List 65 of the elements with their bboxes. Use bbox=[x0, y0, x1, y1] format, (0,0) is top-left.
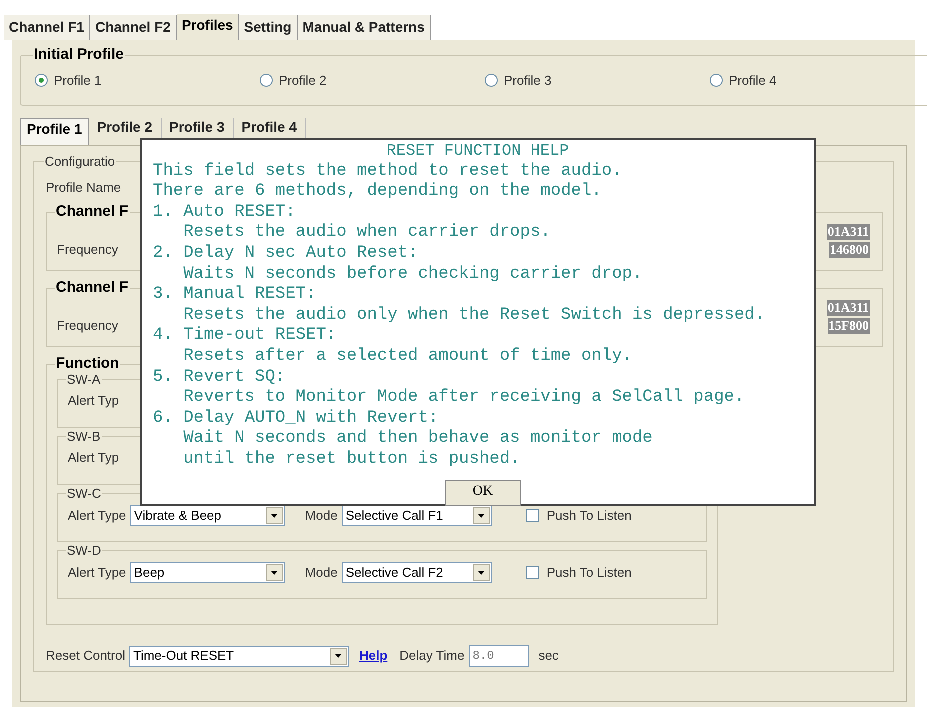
unit-label: sec bbox=[538, 647, 559, 666]
field-label: Mode bbox=[305, 564, 338, 582]
tab[interactable]: Setting bbox=[239, 15, 298, 40]
field-label: Alert Type bbox=[68, 506, 126, 525]
group-title: Channel F bbox=[55, 278, 130, 298]
mode-dropdown[interactable]: Selective Call F2 bbox=[342, 562, 492, 583]
tab[interactable]: Channel F1 bbox=[4, 15, 90, 40]
field-label: Alert Type bbox=[68, 564, 126, 582]
checkbox[interactable] bbox=[526, 566, 539, 579]
tab[interactable]: Profile 1 bbox=[20, 118, 90, 145]
tab[interactable]: Channel F2 bbox=[90, 15, 177, 40]
ok-button[interactable]: OK bbox=[445, 480, 521, 506]
field-label: Alert Typ bbox=[68, 449, 120, 467]
radio-option[interactable]: Profile 3 bbox=[485, 70, 710, 90]
group-title: Initial Profile bbox=[33, 45, 126, 65]
field-label: Mode bbox=[305, 506, 338, 525]
group-title: Configuratio bbox=[44, 153, 116, 171]
help-text-line: Wait N seconds and then behave as monitor mode bbox=[182, 429, 653, 450]
help-text-line: There are 6 methods, depending on the model. bbox=[153, 182, 602, 203]
help-text-line: 4. Time-out RESET: bbox=[153, 326, 337, 347]
help-link[interactable]: Help bbox=[359, 646, 388, 666]
radio-button[interactable] bbox=[485, 74, 498, 87]
field-label: Delay Time bbox=[400, 647, 465, 666]
radio-option[interactable]: Profile 4 bbox=[710, 70, 927, 90]
help-text-line: Resets the audio only when the Reset Switch is depressed. bbox=[182, 306, 766, 326]
group-title: Channel F bbox=[55, 202, 130, 222]
dialog-title: RESET FUNCTION HELP bbox=[386, 141, 570, 162]
help-text-line: 3. Manual RESET: bbox=[153, 285, 316, 306]
tab[interactable]: Profiles bbox=[176, 14, 240, 40]
frequency-value: 15F800 bbox=[828, 318, 870, 334]
delay-time-input[interactable]: 8.0 bbox=[468, 645, 529, 667]
radio-option[interactable]: Profile 1 bbox=[35, 70, 260, 90]
checkbox[interactable] bbox=[526, 509, 539, 522]
radio-option[interactable]: Profile 2 bbox=[260, 70, 485, 90]
help-text-line: 1. Auto RESET: bbox=[153, 202, 296, 224]
group-title: SW-D bbox=[66, 542, 102, 560]
reset-control-dropdown[interactable]: Time-Out RESET bbox=[129, 646, 350, 666]
radio-button[interactable] bbox=[260, 74, 273, 87]
checkbox-option[interactable]: Push To Listen bbox=[526, 506, 632, 526]
help-text-line: 6. Delay AUTO_N with Revert: bbox=[153, 408, 439, 430]
help-text-line: Resets after a selected amount of time only. bbox=[182, 346, 632, 368]
field-label: Frequency bbox=[57, 240, 118, 259]
radio-button[interactable] bbox=[710, 74, 723, 87]
field-label: Alert Typ bbox=[68, 392, 120, 410]
field-label: Profile Name bbox=[46, 178, 122, 196]
checkbox-option[interactable]: Push To Listen bbox=[526, 562, 632, 582]
alert-type-dropdown[interactable]: Beep bbox=[130, 562, 286, 583]
mode-dropdown[interactable]: Selective Call F1 bbox=[342, 505, 492, 526]
radio-button[interactable] bbox=[35, 74, 48, 87]
field-label: Reset Control bbox=[46, 647, 126, 666]
help-text-line: This field sets the method to reset the audio. bbox=[153, 162, 622, 182]
field-label: Frequency bbox=[57, 316, 118, 335]
help-text-line: Waits N seconds before checking carrier drop. bbox=[182, 264, 643, 286]
frequency-value: 01A311 bbox=[826, 224, 870, 240]
help-text-line: Resets the audio when carrier drops. bbox=[182, 223, 551, 244]
tab[interactable]: Manual & Patterns bbox=[298, 15, 431, 40]
group-title: SW-B bbox=[66, 428, 102, 446]
help-text-line: Reverts to Monitor Mode after receiving a SelCall page. bbox=[182, 388, 745, 409]
frequency-value: 01A311 bbox=[826, 300, 870, 316]
help-text-line: until the reset button is pushed. bbox=[182, 450, 520, 470]
group-title: SW-C bbox=[66, 484, 102, 502]
help-text-line: 2. Delay N sec Auto Reset: bbox=[153, 244, 418, 265]
frequency-value: 146800 bbox=[829, 242, 870, 258]
help-text-line: 5. Revert SQ: bbox=[153, 368, 286, 388]
alert-type-dropdown[interactable]: Vibrate & Beep bbox=[130, 505, 286, 526]
